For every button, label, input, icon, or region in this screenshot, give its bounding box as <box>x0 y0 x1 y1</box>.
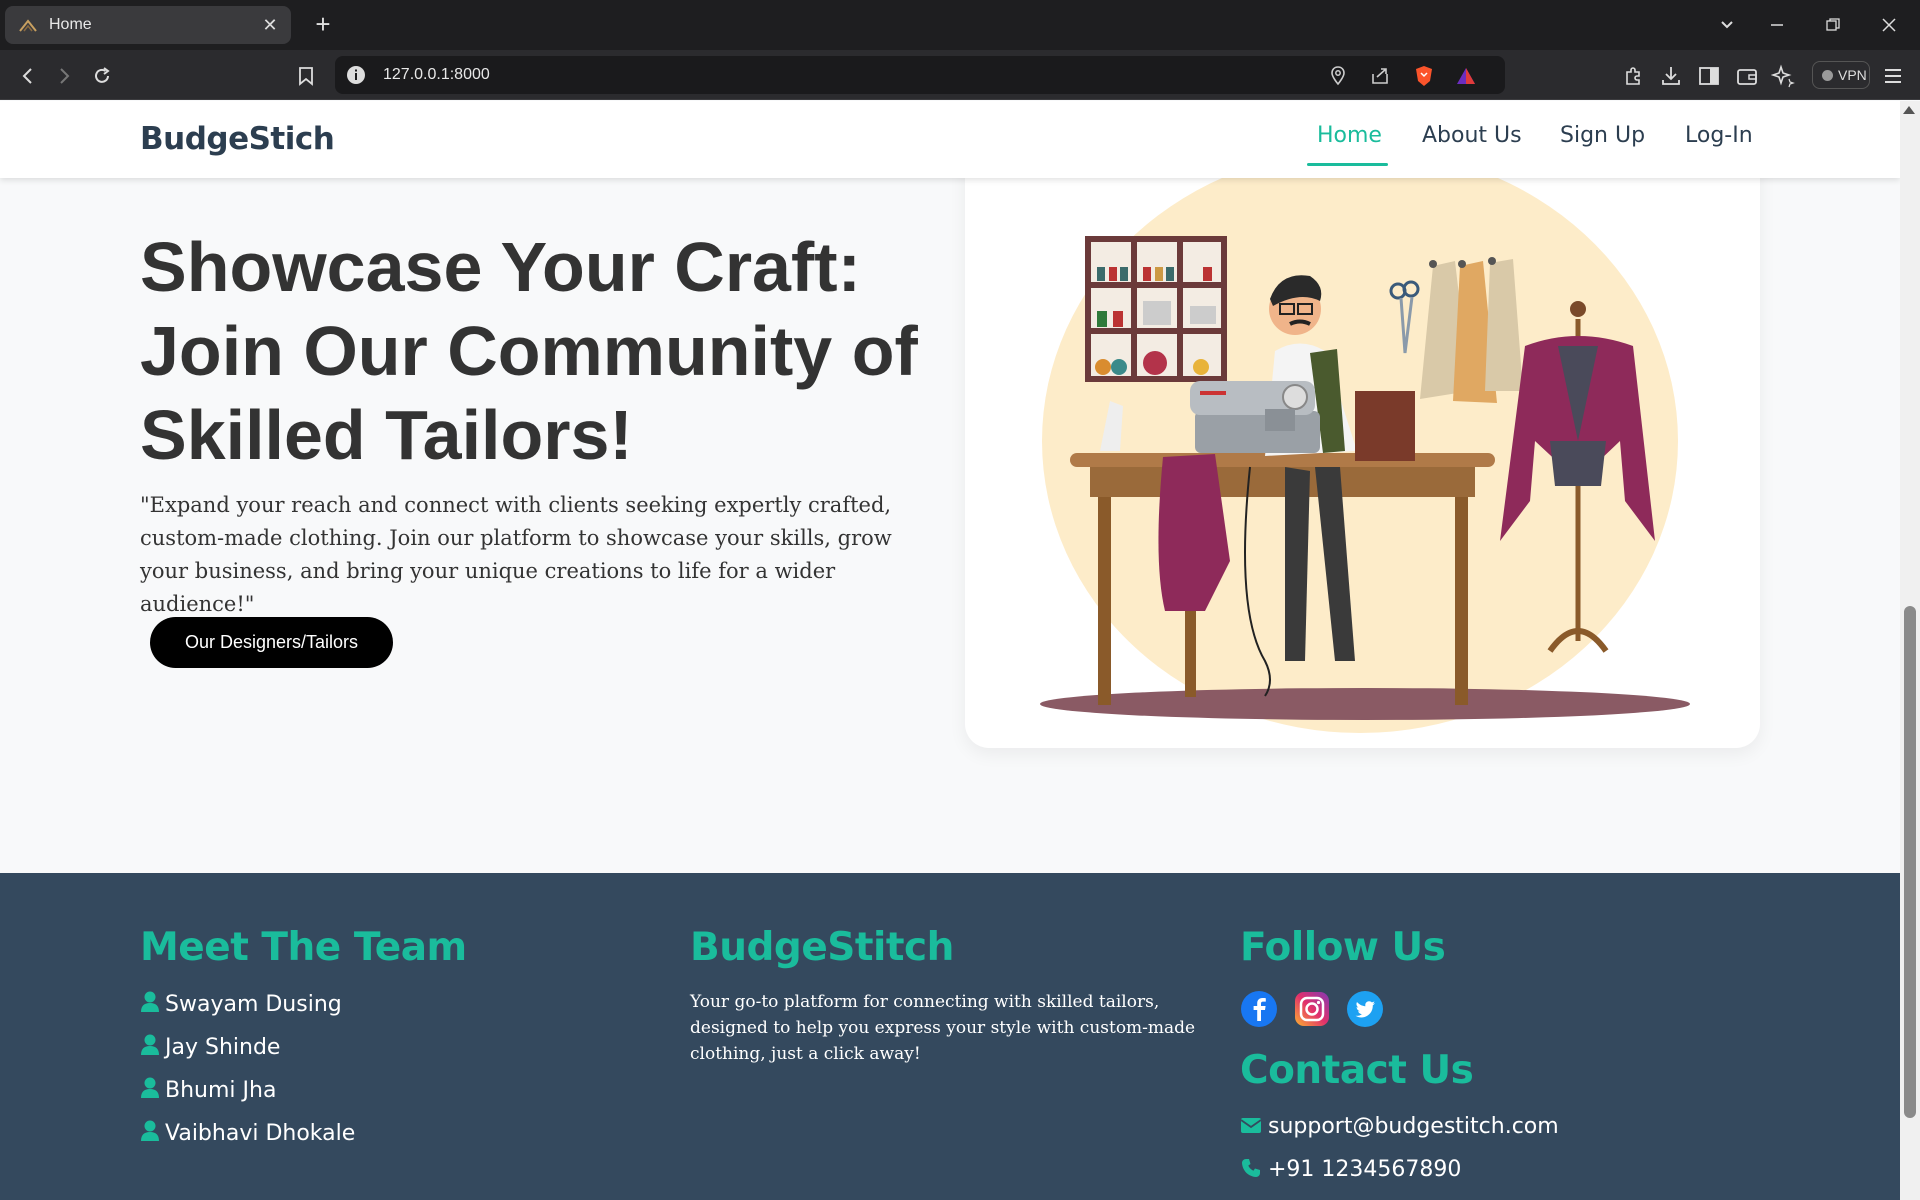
new-tab-button[interactable]: + <box>310 11 336 38</box>
site-brand[interactable]: BudgeStich <box>140 121 335 157</box>
tab-list-chevron-icon[interactable] <box>1712 12 1742 38</box>
brave-shields-icon[interactable] <box>1413 65 1435 87</box>
address-bar[interactable]: 127.0.0.1:8000 <box>335 56 1505 94</box>
hero-description: "Expand your reach and connect with clie… <box>140 493 892 616</box>
about-heading: BudgeStitch <box>690 925 954 970</box>
follow-heading: Follow Us <box>1240 925 1446 970</box>
person-icon <box>141 1034 159 1055</box>
nav-link-home[interactable]: Home <box>1317 123 1382 148</box>
tab-title: Home <box>49 16 92 33</box>
person-icon <box>141 1077 159 1098</box>
nav-link-about-us[interactable]: About Us <box>1422 123 1522 148</box>
vpn-status-icon <box>1822 70 1833 81</box>
nav-link-log-in[interactable]: Log-In <box>1685 123 1753 148</box>
site-info-icon[interactable] <box>345 64 367 86</box>
twitter-icon[interactable] <box>1346 990 1384 1028</box>
wallet-icon[interactable] <box>1735 64 1759 88</box>
extensions-icon[interactable] <box>1622 64 1646 88</box>
site-footer: Meet The Team Swayam Dusing Jay Shinde B… <box>0 873 1900 1200</box>
reload-button[interactable] <box>88 62 116 90</box>
close-tab-icon[interactable]: ✕ <box>259 14 281 36</box>
team-member: Bhumi Jha <box>140 1077 276 1103</box>
email-text[interactable]: support@budgestitch.com <box>1268 1114 1559 1139</box>
sewing-machine-icon <box>1190 381 1320 453</box>
team-member: Jay Shinde <box>140 1034 280 1060</box>
vpn-label: VPN <box>1838 67 1867 83</box>
hero-title-line: Skilled Tailors! <box>140 396 633 474</box>
menu-icon[interactable] <box>1881 64 1905 88</box>
sidebar-icon[interactable] <box>1697 64 1721 88</box>
team-member-name: Swayam Dusing <box>165 992 342 1017</box>
scrollbar-thumb[interactable] <box>1904 606 1916 1118</box>
team-member-name: Vaibhavi Dhokale <box>165 1121 356 1146</box>
close-window-button[interactable] <box>1874 12 1904 38</box>
toolbar: 127.0.0.1:8000 VPN <box>0 50 1920 100</box>
team-member-name: Jay Shinde <box>165 1035 281 1060</box>
phone-text[interactable]: +91 1234567890 <box>1268 1157 1461 1182</box>
team-member: Swayam Dusing <box>140 991 342 1017</box>
site-navbar: BudgeStich Home About Us Sign Up Log-In <box>0 101 1900 178</box>
favicon-icon <box>19 19 37 32</box>
share-icon[interactable] <box>1369 65 1391 87</box>
minimize-button[interactable] <box>1762 12 1792 38</box>
person-icon <box>141 1120 159 1141</box>
scroll-up-arrow-icon[interactable] <box>1903 106 1915 114</box>
thread-shelf-icon <box>1085 236 1227 382</box>
browser-window: Home ✕ + 127.0.0.1:8000 VPN BudgeStich H… <box>0 0 1920 1200</box>
back-button[interactable] <box>14 62 42 90</box>
person-icon <box>141 991 159 1012</box>
bookmark-icon[interactable] <box>292 62 320 90</box>
url-text[interactable]: 127.0.0.1:8000 <box>383 66 490 84</box>
our-designers-button[interactable]: Our Designers/Tailors <box>150 617 393 668</box>
forward-button[interactable] <box>50 62 78 90</box>
tab-bar: Home ✕ + <box>0 0 1920 50</box>
team-member: Vaibhavi Dhokale <box>140 1120 355 1146</box>
vpn-button[interactable]: VPN <box>1812 61 1870 89</box>
phone-icon <box>1242 1159 1260 1177</box>
hero-title-line: Showcase Your Craft: <box>140 228 861 306</box>
contact-heading: Contact Us <box>1240 1048 1474 1093</box>
team-heading: Meet The Team <box>140 925 467 970</box>
about-text: Your go-to platform for connecting with … <box>690 992 1196 1064</box>
contact-phone[interactable]: +91 1234567890 <box>1240 1157 1461 1182</box>
facebook-icon[interactable] <box>1240 990 1278 1028</box>
restore-button[interactable] <box>1818 12 1848 38</box>
hero-title: Showcase Your Craft: Join Our Community … <box>140 225 940 477</box>
hero-title-line: Join Our Community of <box>140 312 918 390</box>
hanging-patterns-icon <box>1420 257 1523 403</box>
envelope-icon <box>1240 1118 1262 1133</box>
nav-link-sign-up[interactable]: Sign Up <box>1560 123 1645 148</box>
team-member-name: Bhumi Jha <box>165 1078 277 1103</box>
tailor-illustration <box>1040 149 1690 733</box>
downloads-icon[interactable] <box>1659 64 1683 88</box>
hero-illustration-card <box>965 141 1760 748</box>
leo-ai-icon[interactable] <box>1771 64 1795 88</box>
contact-email[interactable]: support@budgestitch.com <box>1240 1114 1559 1139</box>
active-nav-underline <box>1307 163 1388 166</box>
location-icon[interactable] <box>1327 65 1349 87</box>
instagram-icon[interactable] <box>1293 990 1331 1028</box>
page-viewport: BudgeStich Home About Us Sign Up Log-In … <box>0 101 1900 1200</box>
tab-home[interactable]: Home ✕ <box>5 6 291 44</box>
brave-rewards-icon[interactable] <box>1455 65 1477 87</box>
